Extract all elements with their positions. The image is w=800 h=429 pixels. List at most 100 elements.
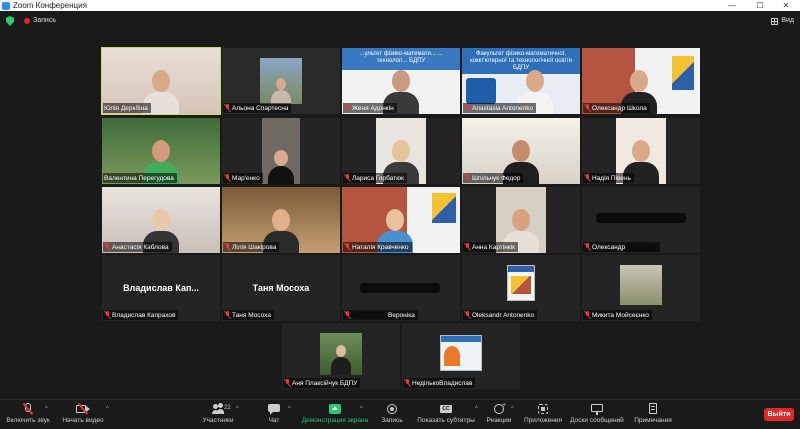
participant-tile[interactable]: Мар'енко [222, 118, 340, 184]
muted-mic-icon [22, 403, 34, 415]
participants-label: Участники [202, 417, 234, 424]
unmute-button[interactable]: Включить звук [4, 400, 52, 429]
participants-count: 22 [224, 405, 231, 411]
muted-mic-icon [224, 174, 230, 182]
captions-options-caret-icon[interactable]: ^ [475, 406, 478, 412]
participant-name: Oleksandr Antonenko [472, 311, 535, 319]
muted-mic-icon [584, 243, 590, 251]
share-screen-button[interactable]: Демонстрация экрана [300, 400, 370, 429]
participant-caption: Вероніка [343, 310, 418, 320]
participant-tile[interactable]: Лариса Горбатюк [342, 118, 460, 184]
participant-caption: Анна Картінкік [463, 242, 518, 252]
share-screen-icon [329, 403, 341, 415]
participant-tile[interactable]: Вероніка [342, 255, 460, 321]
participant-tile[interactable]: Юлія Деркбіна [101, 47, 221, 115]
participants-options-caret-icon[interactable]: ^ [236, 406, 239, 412]
participant-tile[interactable]: Владислав Кап... Владислав Капрахов [102, 255, 220, 321]
participant-tile[interactable]: Шпільчук Федор [462, 118, 580, 184]
participant-name: Лілія Шакірова [232, 243, 277, 251]
participant-tile[interactable]: Валентина Перегудова [102, 118, 220, 184]
security-shield-icon[interactable] [6, 16, 14, 26]
video-options-caret-icon[interactable]: ^ [106, 406, 109, 412]
participant-display-name: Таня Мосоха [252, 283, 310, 293]
participant-tile[interactable]: Oleksandr Antonenko [462, 255, 580, 321]
video-off-icon [76, 403, 90, 415]
participant-caption: Шпільчук Федор [463, 173, 524, 183]
participant-caption: Anastasia Antonenko [463, 103, 537, 113]
participant-name: Наталія Кравченко [352, 243, 409, 251]
muted-mic-icon [104, 243, 110, 251]
close-button[interactable]: ✕ [772, 0, 800, 11]
faculty-poster [440, 335, 482, 371]
recording-dot-icon [24, 18, 30, 24]
reactions-label: Реакции [486, 417, 512, 424]
redaction-mark [596, 213, 686, 223]
participant-name: Таня Мосоха [232, 311, 271, 319]
participant-tile[interactable]: Анна Картінкік [462, 187, 580, 253]
whiteboards-button[interactable]: Доски сообщений [566, 400, 628, 429]
whiteboard-icon [591, 403, 603, 415]
muted-mic-icon [584, 104, 590, 112]
participant-tile[interactable]: Анастасія Каблова [102, 187, 220, 253]
participant-caption: Надія Півень [583, 173, 634, 183]
maximize-button[interactable]: ☐ [746, 0, 774, 11]
participant-tile[interactable]: Надія Півень [582, 118, 700, 184]
participant-caption: Лариса Горбатюк [343, 173, 407, 183]
muted-mic-icon [464, 104, 470, 112]
start-video-button[interactable]: Начать видео [60, 400, 106, 429]
minimize-button[interactable]: — [718, 0, 746, 11]
muted-mic-icon [344, 243, 350, 251]
reactions-button[interactable]: + Реакции [484, 400, 514, 429]
share-screen-label: Демонстрация экрана [301, 417, 369, 424]
redaction-mark [360, 283, 440, 293]
window-titlebar: Zoom Конференция — ☐ ✕ [0, 0, 800, 11]
faculty-poster [507, 265, 535, 301]
apps-button[interactable]: Приложения [522, 400, 564, 429]
muted-mic-icon [344, 174, 350, 182]
participant-display-name: Владислав Кап... [123, 283, 199, 293]
reactions-options-caret-icon[interactable]: ^ [511, 406, 514, 412]
share-options-caret-icon[interactable]: ^ [360, 406, 363, 412]
muted-mic-icon [584, 311, 590, 319]
participant-caption: Олександр Школа [583, 103, 650, 113]
view-button[interactable]: Вид [771, 15, 794, 27]
muted-mic-icon [224, 311, 230, 319]
notes-button[interactable]: Примечания [630, 400, 676, 429]
participant-tile[interactable]: Таня Мосоха Таня Мосоха [222, 255, 340, 321]
chat-label: Чат [268, 417, 280, 424]
chat-options-caret-icon[interactable]: ^ [288, 406, 291, 412]
record-button[interactable]: Запись [378, 400, 406, 429]
record-icon [386, 403, 398, 415]
participant-tile[interactable]: Наталія Кравченко [342, 187, 460, 253]
redaction-mark [352, 312, 386, 318]
participant-tile[interactable]: Микита Мойсеєнко [582, 255, 700, 321]
participant-tile[interactable]: Олександр [582, 187, 700, 253]
chat-icon [268, 403, 280, 415]
muted-mic-icon [344, 311, 350, 319]
participants-button[interactable]: Участники [198, 400, 238, 429]
recording-label[interactable]: Запись [33, 15, 56, 27]
participant-tile[interactable]: Альона Спартесна [222, 48, 340, 114]
captions-button[interactable]: CC Показать субтитры [416, 400, 476, 429]
audio-options-caret-icon[interactable]: ^ [45, 406, 48, 412]
participants-icon [212, 403, 224, 415]
participant-tile[interactable]: Факультет фізико-математичної, комп'ютер… [462, 48, 580, 114]
participant-tile[interactable]: НедількоВладислав [402, 323, 520, 389]
leave-button[interactable]: Выйти [764, 408, 794, 421]
participant-name: Anastasia Antonenko [472, 104, 534, 112]
muted-mic-icon [104, 311, 110, 319]
meeting-topbar: Запись Вид [0, 11, 800, 31]
captions-icon: CC [440, 403, 452, 415]
chat-button[interactable]: Чат [262, 400, 286, 429]
participant-name: Мар'енко [232, 174, 260, 182]
redaction-mark [627, 244, 658, 250]
apps-icon [537, 403, 549, 415]
muted-mic-icon [464, 174, 470, 182]
participant-name: Надія Півень [592, 174, 631, 182]
view-label: Вид [781, 17, 794, 24]
participant-tile[interactable]: Олександр Школа [582, 48, 700, 114]
participant-tile[interactable]: ...ультет фізико-математи... ... техноло… [342, 48, 460, 114]
participant-tile[interactable]: Лілія Шакірова [222, 187, 340, 253]
participant-tile[interactable]: Аня Плаксійчук БДПУ [282, 323, 400, 389]
participant-caption: Владислав Капрахов [103, 310, 179, 320]
